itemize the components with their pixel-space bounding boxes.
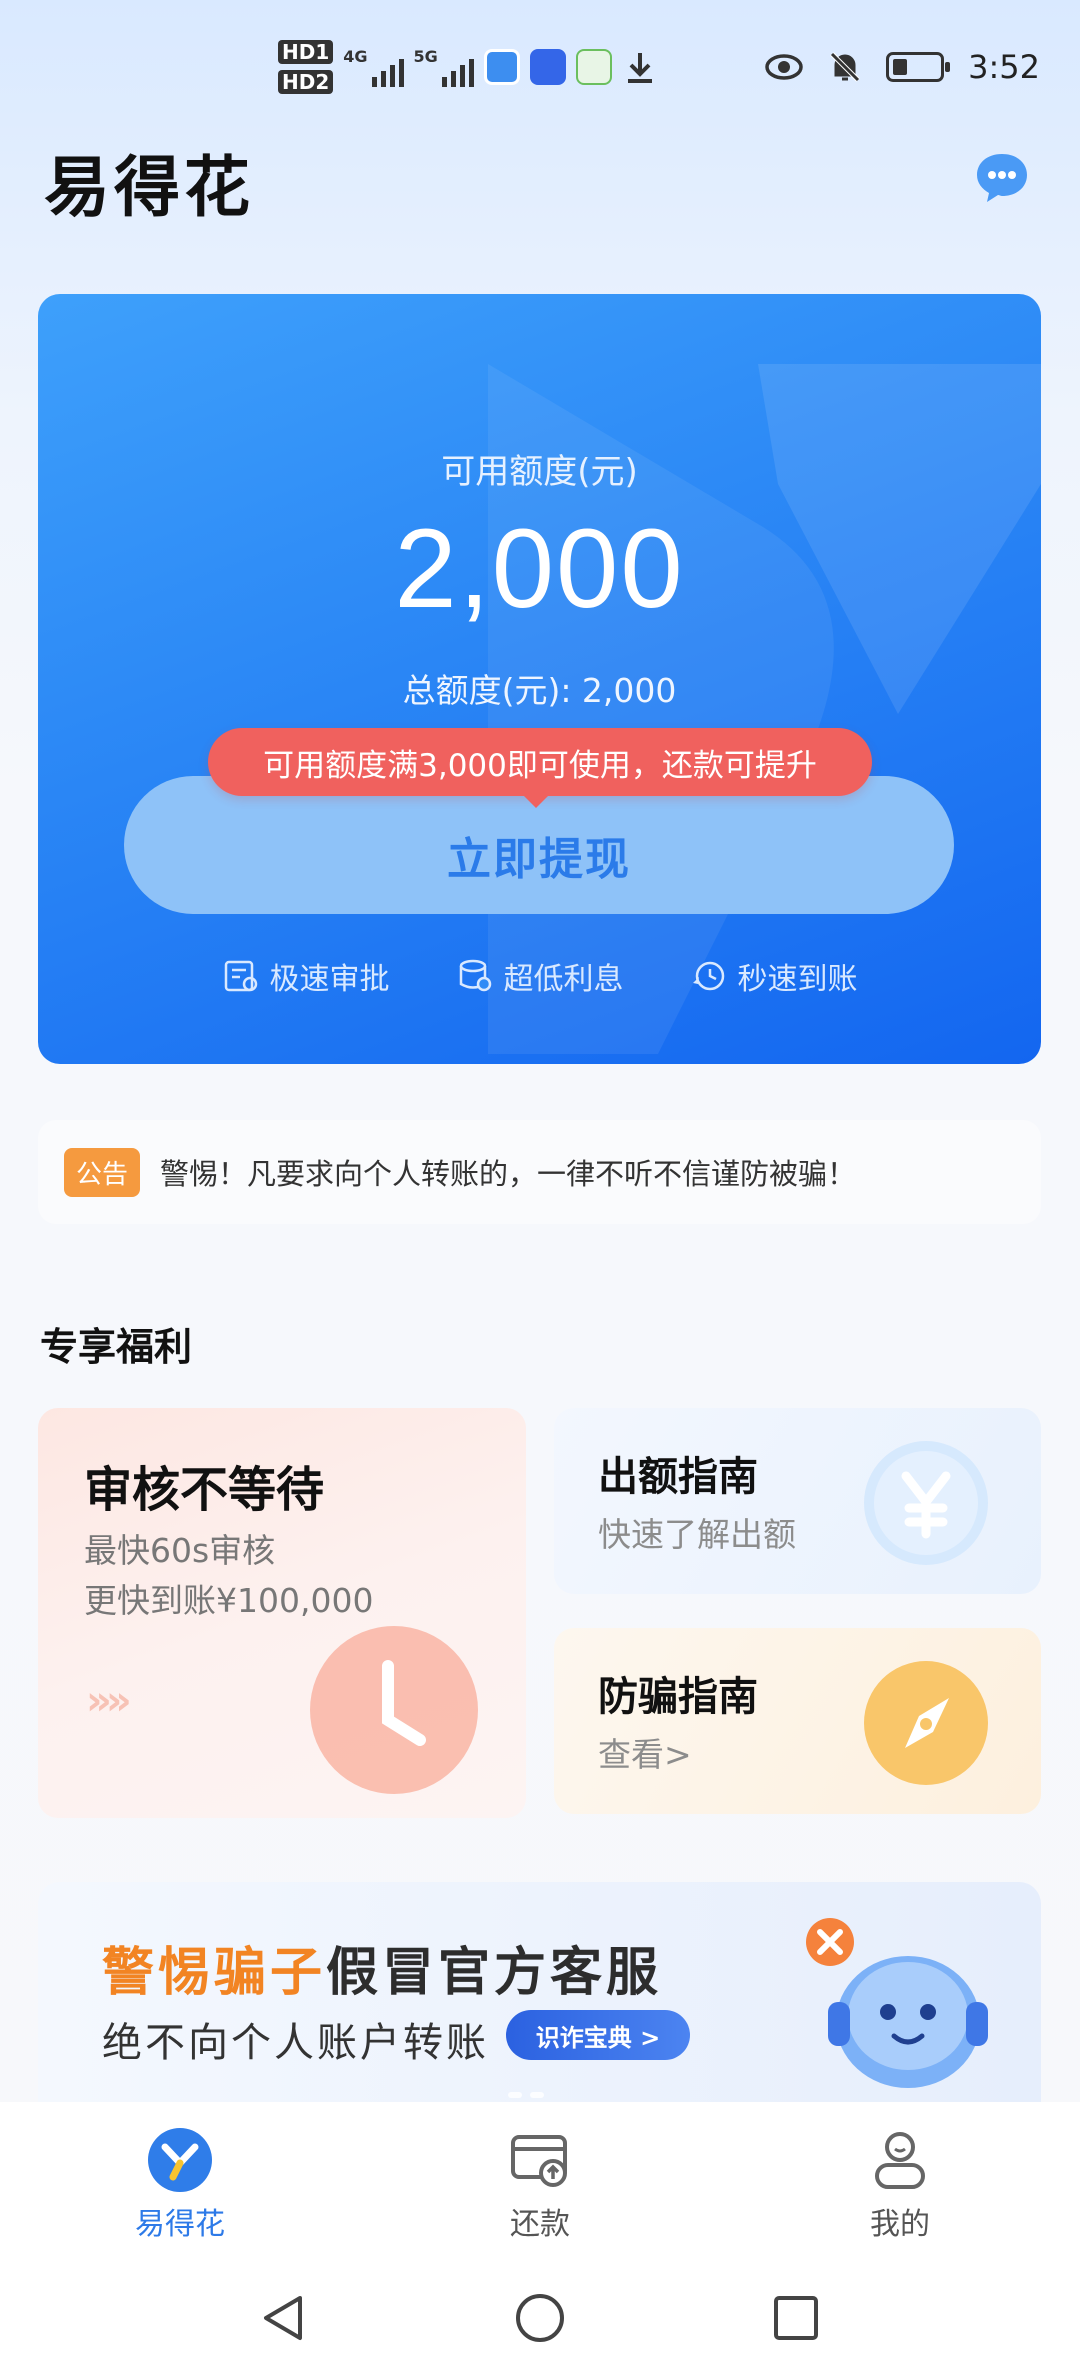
app-notification-icon xyxy=(575,49,612,85)
sim1-indicator: HD1 xyxy=(278,40,334,64)
feature-fast-arrival: 秒速到账 xyxy=(690,954,858,998)
bottom-navigation: 易得花 还款 我的 xyxy=(0,2102,1080,2260)
clock: 3:52 xyxy=(968,48,1040,86)
compass-icon xyxy=(864,1661,988,1785)
credit-tip-bubble: 可用额度满3,000即可使用，还款可提升 xyxy=(208,728,872,808)
announcement-tag: 公告 xyxy=(64,1147,141,1197)
back-icon[interactable] xyxy=(256,2290,312,2346)
network-type-1: 4G xyxy=(343,47,368,66)
download-icon xyxy=(627,53,652,83)
clock-fast-icon xyxy=(692,961,724,991)
status-left: HD1 HD2 4G 5G xyxy=(278,40,658,94)
app-title: 易得花 xyxy=(44,149,254,226)
sim2-indicator: HD2 xyxy=(278,70,334,94)
clock-icon xyxy=(310,1626,478,1794)
banner-title-warn: 警惕骗子 xyxy=(102,1943,327,2003)
review-subtitle-1: 最快60s审核 xyxy=(84,1531,276,1570)
total-credit-line: 总额度(元): 2,000 xyxy=(402,671,677,710)
arrows-decoration: »» xyxy=(86,1678,132,1724)
home-logo-icon xyxy=(148,2128,212,2192)
benefits-section-title: 专享福利 xyxy=(40,1325,193,1369)
announcement-bar[interactable]: 公告 警惕！凡要求向个人转账的，一律不听不信谨防被骗！ xyxy=(38,1120,1041,1224)
nav-mine[interactable]: 我的 xyxy=(720,2102,1080,2260)
review-subtitle-2: 更快到账¥100,000 xyxy=(84,1581,374,1620)
battery-icon xyxy=(886,52,951,82)
network-type-2: 5G xyxy=(413,47,438,66)
signal-icon: 4G xyxy=(343,47,404,87)
home-icon[interactable] xyxy=(512,2290,568,2346)
chat-notification-icon xyxy=(529,49,566,85)
limit-guide-subtitle: 快速了解出额 xyxy=(598,1515,796,1554)
review-title: 审核不等待 xyxy=(84,1462,325,1518)
coin-stack-icon xyxy=(459,959,491,992)
robot-mascot-icon xyxy=(806,1918,988,2088)
mute-bell-icon xyxy=(830,52,860,82)
fraud-guide-card[interactable]: 防骗指南 查看> xyxy=(554,1628,1041,1814)
credit-card: 可用额度(元) 2,000 总额度(元): 2,000 立即提现 可用额度满3,… xyxy=(38,294,1041,1064)
banner-title-rest: 假冒官方客服 xyxy=(326,1943,663,2003)
banner-title: 警惕骗子假冒官方客服 xyxy=(102,1930,662,2005)
status-right: 3:52 xyxy=(764,48,1040,86)
feature-label: 秒速到账 xyxy=(737,962,858,997)
available-credit-amount: 2,000 xyxy=(394,506,685,631)
review-benefit-card[interactable]: 审核不等待 最快60s审核 更快到账¥100,000 »» xyxy=(38,1408,526,1818)
repay-card-icon xyxy=(511,2135,567,2187)
announcement-text: 警惕！凡要求向个人转账的，一律不听不信谨防被骗！ xyxy=(160,1157,857,1191)
nav-repay-label: 还款 xyxy=(510,2207,570,2242)
anti-fraud-banner[interactable]: 警惕骗子假冒官方客服 绝不向个人账户转账 识诈宝典 > xyxy=(38,1882,1041,2132)
eye-comfort-icon xyxy=(765,54,803,80)
browser-notification-icon xyxy=(483,49,520,85)
banner-subtitle: 绝不向个人账户转账 xyxy=(102,2020,489,2066)
sim-indicators: HD1 HD2 xyxy=(278,40,334,94)
feature-fast-approval: 极速审批 xyxy=(222,954,390,998)
nav-mine-label: 我的 xyxy=(870,2207,930,2242)
feature-label: 超低利息 xyxy=(503,962,624,997)
fraud-guide-subtitle: 查看> xyxy=(598,1735,692,1774)
status-bar: HD1 HD2 4G 5G 3:52 xyxy=(0,0,1080,140)
yen-icon xyxy=(864,1441,988,1565)
system-navigation-bar xyxy=(0,2260,1080,2376)
fraud-guide-button[interactable]: 识诈宝典 > xyxy=(506,2010,690,2060)
approval-doc-icon xyxy=(224,960,257,992)
feature-list: 极速审批 超低利息 秒速到账 xyxy=(38,954,1041,998)
recents-icon[interactable] xyxy=(768,2290,824,2346)
customer-service-chat-icon[interactable] xyxy=(972,148,1032,208)
carousel-dots xyxy=(508,2092,544,2098)
nav-repay[interactable]: 还款 xyxy=(360,2102,720,2260)
fraud-guide-title: 防骗指南 xyxy=(598,1674,758,1720)
available-credit-label: 可用额度(元) xyxy=(441,452,638,492)
signal-icon: 5G xyxy=(414,47,474,87)
user-profile-icon xyxy=(875,2132,925,2189)
feature-low-interest: 超低利息 xyxy=(456,954,624,998)
limit-guide-card[interactable]: 出额指南 快速了解出额 xyxy=(554,1408,1041,1594)
limit-guide-title: 出额指南 xyxy=(598,1454,758,1500)
feature-label: 极速审批 xyxy=(269,962,390,997)
nav-home[interactable]: 易得花 xyxy=(0,2102,360,2260)
nav-home-label: 易得花 xyxy=(135,2207,225,2242)
